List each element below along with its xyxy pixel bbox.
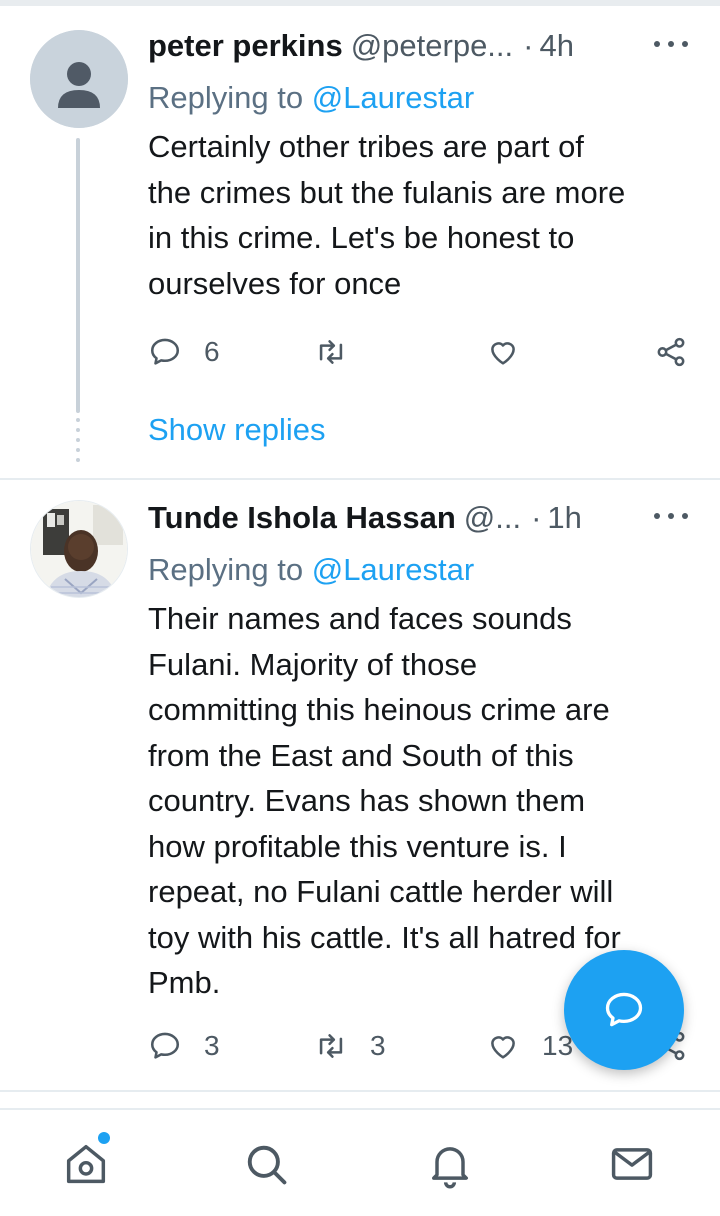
compose-reply-button[interactable] bbox=[564, 950, 684, 1070]
tweet-divider bbox=[0, 478, 720, 480]
messages-icon bbox=[611, 1148, 653, 1180]
author-handle[interactable]: @... bbox=[464, 500, 521, 536]
more-icon[interactable] bbox=[654, 506, 688, 526]
new-content-indicator bbox=[98, 1132, 110, 1144]
retweet-icon bbox=[319, 340, 343, 364]
thread-line bbox=[76, 138, 80, 413]
like-button[interactable] bbox=[486, 330, 542, 374]
tweet-text: Their names and faces sounds Fulani. Maj… bbox=[148, 601, 621, 1000]
timestamp[interactable]: 1h bbox=[547, 500, 581, 536]
author-name[interactable]: Tunde Ishola Hassan bbox=[148, 500, 456, 536]
heart-icon bbox=[491, 342, 515, 365]
bottom-navigation bbox=[0, 1108, 720, 1216]
separator: · bbox=[531, 500, 542, 535]
top-divider bbox=[0, 0, 720, 6]
reply-button[interactable]: 3 bbox=[148, 1024, 220, 1068]
timestamp[interactable]: 4h bbox=[539, 28, 573, 64]
tweet-header: Tunde Ishola Hassan @... · 1h bbox=[148, 490, 696, 548]
reply-button[interactable]: 6 bbox=[148, 330, 220, 374]
tweet-reply[interactable]: peter perkins @peterpe... · 4h Replying … bbox=[0, 18, 720, 478]
avatar[interactable] bbox=[30, 30, 128, 128]
nav-notifications[interactable] bbox=[424, 1138, 476, 1190]
nav-messages[interactable] bbox=[606, 1138, 658, 1190]
share-button[interactable] bbox=[654, 330, 688, 374]
notifications-icon bbox=[432, 1147, 468, 1189]
tweet-text: Certainly other tribes are part of the c… bbox=[148, 129, 626, 301]
mention-link[interactable]: @Laurestar bbox=[312, 552, 474, 587]
reply-icon bbox=[150, 338, 180, 365]
replying-prefix: Replying to bbox=[148, 552, 312, 587]
retweet-button[interactable]: 3 bbox=[314, 1024, 386, 1068]
default-avatar-icon bbox=[30, 30, 128, 128]
nav-home[interactable] bbox=[60, 1132, 112, 1190]
retweet-button[interactable] bbox=[314, 330, 370, 374]
author-handle[interactable]: @peterpe... bbox=[351, 28, 513, 64]
home-icon bbox=[66, 1144, 106, 1184]
avatar[interactable] bbox=[30, 500, 128, 598]
nav-search[interactable] bbox=[240, 1138, 292, 1190]
tweet-divider bbox=[0, 1090, 720, 1092]
reply-count: 3 bbox=[204, 1030, 220, 1061]
tweet-content: peter perkins @peterpe... · 4h Replying … bbox=[148, 18, 696, 306]
replying-to: Replying to @Laurestar bbox=[148, 548, 696, 592]
show-replies-link[interactable]: Show replies bbox=[148, 412, 325, 448]
user-photo-avatar bbox=[31, 501, 127, 597]
reply-count: 6 bbox=[204, 336, 220, 367]
retweet-icon bbox=[319, 1034, 343, 1058]
replying-to: Replying to @Laurestar bbox=[148, 76, 696, 120]
reply-icon bbox=[150, 1032, 180, 1059]
mention-link[interactable]: @Laurestar bbox=[312, 80, 474, 115]
more-icon[interactable] bbox=[654, 34, 688, 54]
separator: · bbox=[523, 28, 534, 63]
thread-continuation-dots bbox=[74, 418, 82, 468]
tweet-content: Tunde Ishola Hassan @... · 1h Replying t… bbox=[148, 490, 696, 1006]
retweet-count: 3 bbox=[370, 1030, 386, 1061]
author-name[interactable]: peter perkins bbox=[148, 28, 343, 64]
heart-icon bbox=[491, 1036, 515, 1059]
tweet-header: peter perkins @peterpe... · 4h bbox=[148, 18, 696, 76]
like-button[interactable]: 13 bbox=[486, 1024, 573, 1068]
compose-reply-icon bbox=[605, 992, 643, 1027]
tweet-actions: 6 bbox=[148, 330, 696, 374]
replying-prefix: Replying to bbox=[148, 80, 312, 115]
share-icon bbox=[657, 337, 685, 367]
search-icon bbox=[247, 1145, 287, 1185]
